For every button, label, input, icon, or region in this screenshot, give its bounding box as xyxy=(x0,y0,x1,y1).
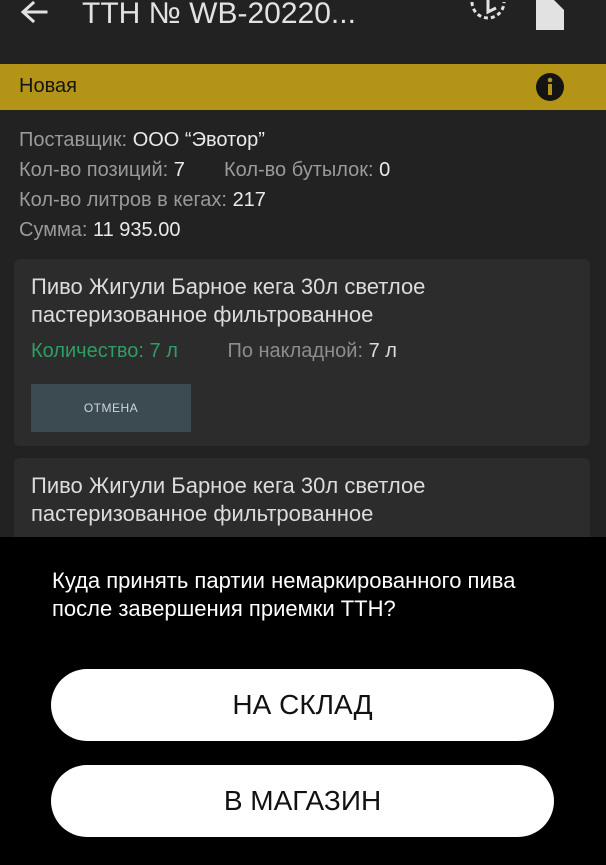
item-card[interactable]: Пиво Жигули Барное кега 30л светлое паст… xyxy=(14,259,590,446)
quantity-accepted: Количество: 7 л xyxy=(31,340,178,362)
status-badge: Новая xyxy=(19,75,77,97)
item-name: Пиво Жигули Барное кега 30л светлое паст… xyxy=(31,274,426,327)
sheet-question: Куда принять партии немаркированного пив… xyxy=(52,568,516,621)
back-arrow-icon[interactable] xyxy=(16,0,52,36)
page-title: ТТН № WB-20220... xyxy=(82,0,356,30)
to-store-button[interactable]: В МАГАЗИН xyxy=(51,765,554,837)
cancel-button[interactable]: ОТМЕНА xyxy=(31,384,191,432)
to-warehouse-button[interactable]: НА СКЛАД xyxy=(51,669,554,741)
info-icon[interactable] xyxy=(535,72,565,102)
item-name: Пиво Жигули Барное кега 30л светлое паст… xyxy=(31,473,426,526)
app-bar: ТТН № WB-20220... xyxy=(0,0,606,64)
bottom-sheet: Куда принять партии немаркированного пив… xyxy=(0,537,606,865)
ttn-summary: Поставщик: ООО “Эвотор” Кол-во позиций: … xyxy=(19,125,589,245)
supplier-row: Поставщик: ООО “Эвотор” xyxy=(19,129,265,151)
status-bar: Новая xyxy=(0,64,606,110)
item-quantity-row: Количество: 7 л По накладной: 7 л xyxy=(31,338,397,364)
history-icon[interactable] xyxy=(466,0,510,34)
document-icon[interactable] xyxy=(534,0,566,34)
sum-row: Сумма: 11 935.00 xyxy=(19,219,181,241)
quantity-invoice: По накладной: 7 л xyxy=(227,340,397,362)
counts-row: Кол-во позиций: 7 Кол-во бутылок: 0 xyxy=(19,159,391,181)
liters-row: Кол-во литров в кегах: 217 xyxy=(19,189,266,211)
